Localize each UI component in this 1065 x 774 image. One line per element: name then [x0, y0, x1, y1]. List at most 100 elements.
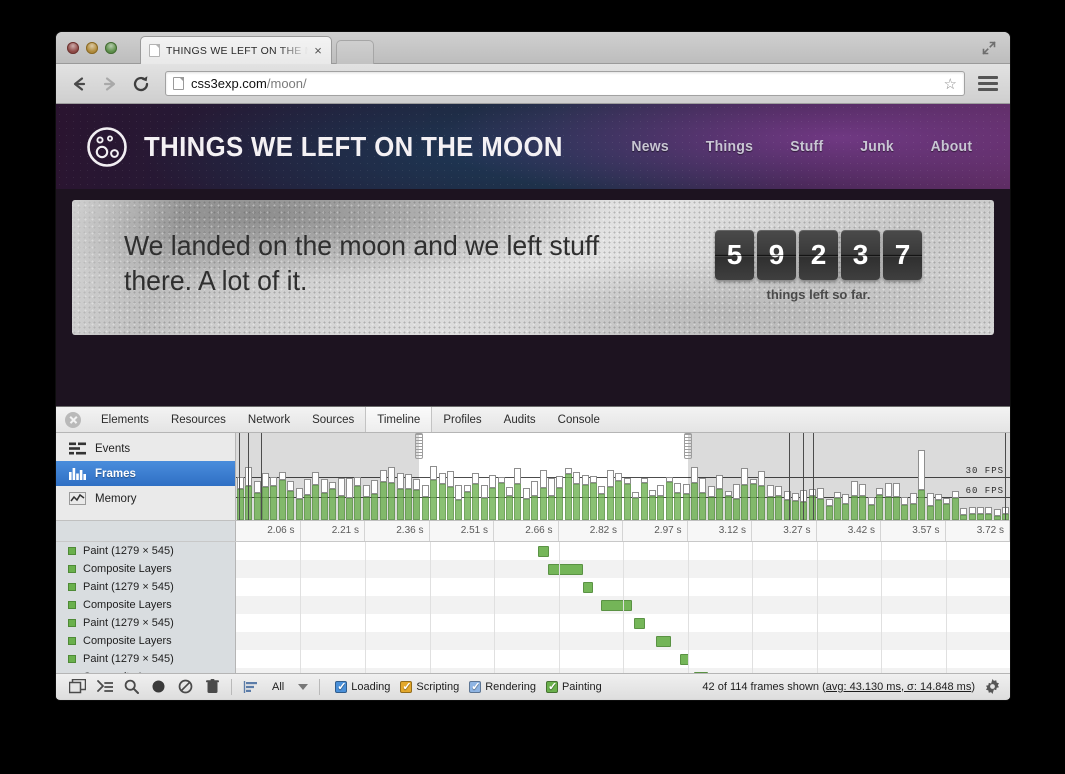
devtools-status-bar: All Loading Scripting Rendering	[56, 673, 1010, 699]
tab-audits[interactable]: Audits	[493, 407, 547, 432]
tab-timeline[interactable]: Timeline	[365, 407, 432, 432]
tab-sources[interactable]: Sources	[301, 407, 365, 432]
sidebar-item-frames[interactable]: Frames	[56, 461, 235, 486]
record-button-icon[interactable]	[145, 676, 172, 698]
tab-network[interactable]: Network	[237, 407, 301, 432]
frame-bar	[859, 484, 866, 520]
frame-bar	[834, 492, 841, 520]
record-bar[interactable]	[583, 582, 593, 593]
nav-item-stuff[interactable]: Stuff	[791, 138, 824, 155]
nav-item-things[interactable]: Things	[706, 138, 753, 155]
frame-bar	[885, 483, 892, 520]
record-gridline	[365, 542, 366, 673]
checkbox-rendering[interactable]: Rendering	[469, 681, 536, 693]
zoom-window-button[interactable]	[105, 42, 117, 54]
bookmark-star-icon[interactable]: ☆	[944, 75, 957, 93]
frame-bar	[800, 490, 807, 520]
gear-icon[interactable]	[985, 679, 1000, 694]
record-gridline	[430, 542, 431, 673]
record-row-label[interactable]: Composite Layers	[56, 668, 235, 673]
fullscreen-icon[interactable]	[980, 39, 998, 57]
checkbox-loading[interactable]: Loading	[335, 681, 390, 693]
counter-digit: 3	[841, 230, 880, 280]
filter-select[interactable]: All	[264, 681, 314, 693]
trash-icon[interactable]	[199, 676, 226, 698]
close-devtools-icon[interactable]	[65, 412, 81, 428]
search-icon[interactable]	[118, 676, 145, 698]
record-row-label[interactable]: Composite Layers	[56, 560, 235, 578]
record-row-label[interactable]: Paint (1279 × 545)	[56, 614, 235, 632]
browser-toolbar: css3exp.com/moon/ ☆	[56, 64, 1010, 104]
record-bar[interactable]	[694, 672, 708, 674]
frame-bar	[565, 468, 572, 520]
tab-resources[interactable]: Resources	[160, 407, 237, 432]
frame-bar	[397, 473, 404, 520]
record-category-swatch	[68, 583, 76, 591]
frame-bar	[918, 450, 925, 520]
frame-bar	[304, 479, 311, 520]
browser-tab[interactable]: THINGS WE LEFT ON THE MOON ×	[140, 36, 332, 64]
nav-item-junk[interactable]: Junk	[860, 138, 894, 155]
page-favicon-icon	[149, 44, 160, 57]
frame-bar	[876, 488, 883, 520]
tab-profiles[interactable]: Profiles	[432, 407, 492, 432]
frame-bar	[270, 477, 277, 520]
record-category-swatch	[68, 547, 76, 555]
reload-button-icon[interactable]	[130, 73, 152, 95]
sidebar-item-events[interactable]: Events	[56, 436, 235, 461]
checkbox-scripting[interactable]: Scripting	[400, 681, 459, 693]
record-bar[interactable]	[656, 636, 671, 647]
selection-handle-left[interactable]	[415, 433, 423, 459]
record-label-text: Composite Layers	[83, 635, 172, 647]
close-window-button[interactable]	[67, 42, 79, 54]
timeline-records[interactable]: Paint (1279 × 545)Composite LayersPaint …	[56, 542, 1010, 673]
record-row-label[interactable]: Composite Layers	[56, 632, 235, 650]
console-drawer-icon[interactable]	[91, 676, 118, 698]
frame-bar	[287, 481, 294, 520]
forward-button-icon[interactable]	[99, 73, 121, 95]
sidebar-item-memory[interactable]: Memory	[56, 486, 235, 511]
record-row-label[interactable]: Paint (1279 × 545)	[56, 578, 235, 596]
frame-bar	[481, 485, 488, 520]
frames-summary-stats[interactable]: avg: 43.130 ms, σ: 14.848 ms	[826, 681, 972, 693]
counter-digits: 5 9 2 3 7	[715, 230, 922, 280]
frame-divider	[239, 433, 240, 520]
record-label-text: Composite Layers	[83, 563, 172, 575]
minimize-window-button[interactable]	[86, 42, 98, 54]
memory-icon	[69, 492, 86, 505]
close-tab-icon[interactable]: ×	[311, 44, 325, 57]
frames-overview-graph[interactable]: 30 FPS 60 FPS	[236, 433, 1010, 520]
record-bar[interactable]	[548, 564, 583, 575]
tab-elements[interactable]: Elements	[90, 407, 160, 432]
timeline-ruler: 2.06 s2.21 s2.36 s2.51 s2.66 s2.82 s2.97…	[56, 521, 1010, 542]
selection-handle-right[interactable]	[684, 433, 692, 459]
filter-value: All	[272, 681, 284, 693]
address-bar[interactable]: css3exp.com/moon/ ☆	[165, 71, 965, 96]
record-label-text: Paint (1279 × 545)	[83, 545, 174, 557]
record-bar[interactable]	[538, 546, 550, 557]
back-button-icon[interactable]	[68, 73, 90, 95]
record-label-text: Paint (1279 × 545)	[83, 581, 174, 593]
record-bar[interactable]	[634, 618, 646, 629]
record-bar[interactable]	[601, 600, 632, 611]
clear-icon[interactable]	[172, 676, 199, 698]
frame-bar	[464, 485, 471, 520]
dock-to-side-icon[interactable]	[64, 676, 91, 698]
frame-bar	[582, 475, 589, 520]
record-name-column: Paint (1279 × 545)Composite LayersPaint …	[56, 542, 236, 673]
record-row-label[interactable]: Composite Layers	[56, 596, 235, 614]
tab-console[interactable]: Console	[547, 407, 611, 432]
nav-item-about[interactable]: About	[931, 138, 973, 155]
record-row-label[interactable]: Paint (1279 × 545)	[56, 650, 235, 668]
devtools-panel: Elements Resources Network Sources Timel…	[56, 406, 1010, 699]
window-controls	[67, 42, 117, 54]
frame-bar	[775, 486, 782, 520]
filter-icon[interactable]	[237, 676, 264, 698]
new-tab-button[interactable]	[336, 40, 374, 64]
checkbox-painting[interactable]: Painting	[546, 681, 602, 693]
frame-bar	[935, 494, 942, 520]
nav-item-news[interactable]: News	[631, 138, 669, 155]
chrome-menu-icon[interactable]	[978, 73, 998, 95]
frame-bar	[674, 483, 681, 521]
record-row-label[interactable]: Paint (1279 × 545)	[56, 542, 235, 560]
